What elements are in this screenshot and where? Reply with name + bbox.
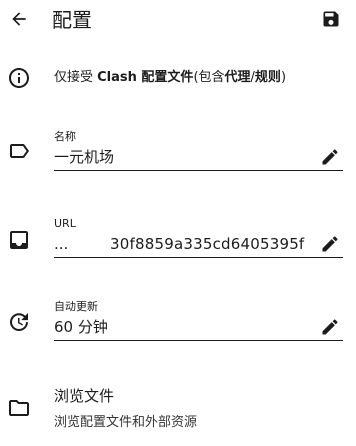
url-field[interactable]: URL ... 30f8859a335cd6405395f <box>54 217 343 258</box>
label-tag-icon <box>4 136 34 166</box>
edit-icon[interactable] <box>319 146 341 168</box>
inbox-tray-icon <box>4 225 34 255</box>
info-text-prefix: 仅接受 <box>54 70 98 85</box>
save-button[interactable] <box>318 6 344 32</box>
auto-update-field[interactable]: 自动更新 60 分钟 <box>54 300 343 341</box>
name-field-value: 一元机场 <box>54 148 115 166</box>
url-field-label: URL <box>54 217 76 230</box>
info-icon <box>4 63 34 93</box>
edit-icon[interactable] <box>319 316 341 338</box>
url-field-value: 30f8859a335cd6405395f <box>110 235 305 253</box>
save-icon <box>321 9 341 29</box>
name-field-label: 名称 <box>54 130 76 143</box>
url-field-value-box[interactable]: ... 30f8859a335cd6405395f <box>54 231 343 258</box>
info-text-suffix: ) <box>280 70 287 85</box>
auto-update-field-label: 自动更新 <box>54 300 98 313</box>
back-button[interactable] <box>4 4 34 34</box>
auto-update-field-value: 60 分钟 <box>54 318 108 336</box>
url-field-ellipsis: ... <box>54 235 69 253</box>
arrow-back-icon <box>9 9 29 29</box>
edit-icon[interactable] <box>319 233 341 255</box>
browse-files-title[interactable]: 浏览文件 <box>54 386 114 406</box>
app-bar: 配置 <box>0 0 356 40</box>
browse-files-subtitle: 浏览配置文件和外部资源 <box>54 415 198 430</box>
page-title: 配置 <box>52 8 92 32</box>
name-field[interactable]: 名称 一元机场 <box>54 130 343 171</box>
auto-update-field-value-box[interactable]: 60 分钟 <box>54 314 343 341</box>
info-text: 仅接受 Clash 配置文件(包含代理/规则) <box>54 69 286 87</box>
info-text-rules: 规则 <box>254 70 281 85</box>
info-text-mid: (包含 <box>193 70 225 85</box>
folder-icon <box>4 393 34 423</box>
info-text-clash: Clash 配置文件 <box>97 70 194 85</box>
name-field-value-box[interactable]: 一元机场 <box>54 144 343 171</box>
update-clock-icon <box>4 307 34 337</box>
info-text-proxy: 代理 <box>224 70 251 85</box>
